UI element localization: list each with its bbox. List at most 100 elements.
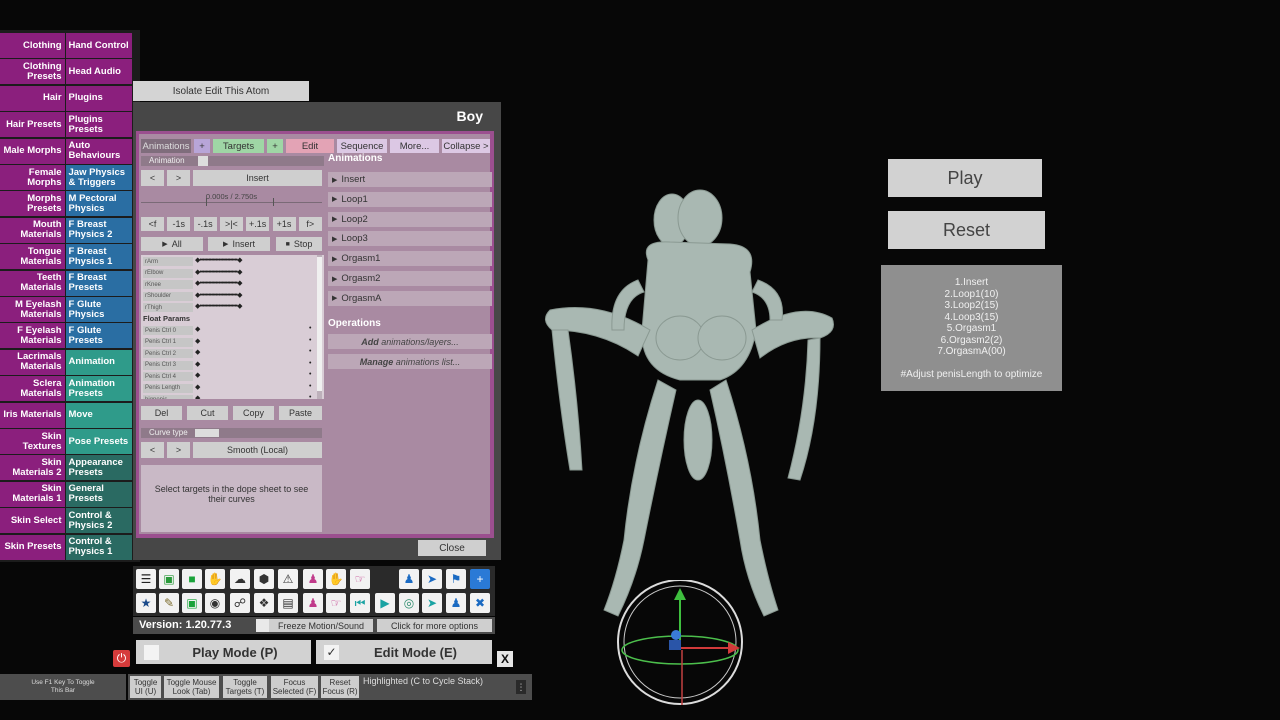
- keyframe-track[interactable]: ◆ •: [195, 383, 315, 393]
- menu-item-right[interactable]: Control & Physics 2: [65, 508, 132, 534]
- menu-item-left[interactable]: Teeth Materials: [0, 270, 65, 296]
- slider-handle[interactable]: [198, 156, 208, 166]
- collapse-button[interactable]: Collapse >: [442, 139, 490, 153]
- tab-animations[interactable]: Animations: [141, 139, 191, 153]
- manage-animations-button[interactable]: Manage animations list...: [328, 354, 492, 369]
- person-remove-icon[interactable]: ♟: [303, 593, 323, 613]
- stop-button[interactable]: ■ Stop: [276, 237, 322, 251]
- dope-row-label[interactable]: Penis Ctrl 4: [143, 372, 193, 381]
- dope-sheet[interactable]: rArm ◆••••••••••••••••••••••••••◆ rElbow ◆•…: [141, 255, 324, 399]
- keyframe-track[interactable]: ◆ •: [195, 337, 315, 347]
- menu-item-left[interactable]: Skin Presets: [0, 534, 65, 560]
- cut-button[interactable]: Cut: [187, 406, 228, 420]
- dope-row-label[interactable]: bigpenis: [143, 395, 193, 399]
- menu-item-left[interactable]: M Eyelash Materials: [0, 297, 65, 322]
- transform-gizmo[interactable]: [610, 580, 750, 710]
- menu-item-left[interactable]: Skin Textures: [0, 429, 65, 454]
- current-animation-select[interactable]: Insert: [193, 170, 322, 186]
- more-options-button[interactable]: Click for more options: [377, 619, 492, 632]
- menu-item-right[interactable]: Control & Physics 1: [65, 534, 132, 560]
- menu-item-right[interactable]: F Breast Physics 1: [65, 244, 132, 270]
- menu-item-left[interactable]: Hair: [0, 85, 65, 111]
- dropbox-icon[interactable]: ❖: [254, 593, 274, 613]
- add-icon[interactable]: +: [470, 569, 490, 589]
- menu-item-left[interactable]: Clothing Presets: [0, 59, 65, 85]
- tools-icon[interactable]: ✖: [470, 593, 490, 613]
- pointer-hand-icon[interactable]: ☞: [350, 569, 370, 589]
- menu-item-left[interactable]: Morphs Presets: [0, 191, 65, 217]
- menu-item-left[interactable]: Male Morphs: [0, 138, 65, 164]
- menu-item-right[interactable]: Auto Behaviours: [65, 138, 132, 164]
- slider-handle[interactable]: [195, 429, 219, 437]
- menu-item-left[interactable]: Female Morphs: [0, 165, 65, 190]
- menu-item-right[interactable]: General Presets: [65, 481, 132, 507]
- add-animation-button[interactable]: +: [194, 139, 210, 153]
- person-add-icon[interactable]: ♟: [303, 569, 323, 589]
- dope-scrollbar-thumb[interactable]: [317, 257, 322, 391]
- person-icon[interactable]: ♟: [399, 569, 419, 589]
- toggle-ui-button[interactable]: Toggle UI (U): [130, 676, 161, 698]
- menu-item-right[interactable]: Pose Presets: [65, 429, 132, 454]
- document-icon[interactable]: ▤: [278, 593, 298, 613]
- tab-more[interactable]: More...: [390, 139, 439, 153]
- edit-mode-button[interactable]: ✓ Edit Mode (E): [316, 640, 492, 664]
- tab-sequence[interactable]: Sequence: [337, 139, 387, 153]
- play-icon[interactable]: ▶: [375, 593, 395, 613]
- step-button[interactable]: -.1s: [193, 217, 217, 231]
- menu-item-right[interactable]: Animation: [65, 349, 132, 375]
- animation-item[interactable]: ▶ Insert: [328, 172, 492, 187]
- alert-icon[interactable]: ⚠: [278, 569, 298, 589]
- animation-item[interactable]: ▶ Orgasm1: [328, 251, 492, 267]
- menu-item-left[interactable]: Sclera Materials: [0, 376, 65, 402]
- menu-item-left[interactable]: Clothing: [0, 33, 65, 58]
- keyframe-track[interactable]: ◆••••••••••••••••••••••••••◆: [195, 279, 315, 289]
- clean-icon[interactable]: ✎: [159, 593, 179, 613]
- dope-row-label[interactable]: rKnee: [143, 280, 193, 289]
- dope-row-label[interactable]: rThigh: [143, 303, 193, 312]
- flag-icon[interactable]: ⚑: [446, 569, 466, 589]
- menu-item-right[interactable]: Hand Control: [65, 33, 132, 58]
- reset-focus-button[interactable]: Reset Focus (R): [321, 676, 359, 698]
- keyframe-track[interactable]: ◆••••••••••••••••••••••••••◆: [195, 256, 315, 266]
- step-button[interactable]: -1s: [167, 217, 191, 231]
- delete-keyframe-button[interactable]: Del: [141, 406, 182, 420]
- keyframe-track[interactable]: ◆••••••••••••••••••••••••••◆: [195, 302, 315, 312]
- camera-icon[interactable]: ◉: [205, 593, 225, 613]
- copy-button[interactable]: Copy: [233, 406, 274, 420]
- step-button[interactable]: +1s: [272, 217, 296, 231]
- camera-screenshot-icon[interactable]: ▣: [182, 593, 202, 613]
- step-button[interactable]: +.1s: [246, 217, 270, 231]
- menu-item-right[interactable]: F Glute Physics: [65, 297, 132, 322]
- toggle-targets-button[interactable]: Toggle Targets (T): [223, 676, 267, 698]
- next-curve-type-button[interactable]: >: [167, 442, 190, 458]
- animation-item[interactable]: ▶ Loop3: [328, 231, 492, 247]
- animation-item[interactable]: ▶ Loop1: [328, 191, 492, 207]
- prev-animation-button[interactable]: <: [141, 170, 164, 186]
- tab-edit[interactable]: Edit: [286, 139, 334, 153]
- unity-icon[interactable]: ➤: [422, 569, 442, 589]
- gizmo-center-box[interactable]: [669, 640, 681, 650]
- dope-row-label[interactable]: rArm: [143, 257, 193, 266]
- dope-row-label[interactable]: rShoulder: [143, 291, 193, 301]
- add-target-button[interactable]: +: [267, 139, 283, 153]
- check-icon[interactable]: ✓: [324, 644, 339, 660]
- step-back-icon[interactable]: ⏮: [350, 593, 370, 613]
- scene-save-icon[interactable]: ▣: [159, 569, 179, 589]
- cloud-download-icon[interactable]: ☁: [230, 569, 250, 589]
- step-button[interactable]: f>: [298, 217, 322, 231]
- keyframe-track[interactable]: ◆••••••••••••••••••••••••••◆: [195, 268, 315, 278]
- play-mode-checkbox[interactable]: [144, 644, 159, 660]
- link-icon[interactable]: ☍: [230, 593, 250, 613]
- cursor-icon[interactable]: ➤: [422, 593, 442, 613]
- animation-item[interactable]: ▶ Orgasm2: [328, 271, 492, 286]
- keyframe-track[interactable]: ◆ •: [195, 360, 315, 370]
- curve-type-select[interactable]: Smooth (Local): [193, 442, 322, 458]
- curve-type-slider[interactable]: Curve type: [141, 428, 322, 438]
- menu-item-left[interactable]: Mouth Materials: [0, 217, 65, 243]
- toggle-mouse-look-button[interactable]: Toggle Mouse Look (Tab): [164, 676, 219, 698]
- dope-row-label[interactable]: Penis Ctrl 1: [143, 337, 193, 347]
- keyframe-track[interactable]: ◆ •: [195, 371, 315, 381]
- close-button[interactable]: Close: [418, 540, 486, 556]
- paste-button[interactable]: Paste: [279, 406, 322, 420]
- menu-item-right[interactable]: Appearance Presets: [65, 455, 132, 481]
